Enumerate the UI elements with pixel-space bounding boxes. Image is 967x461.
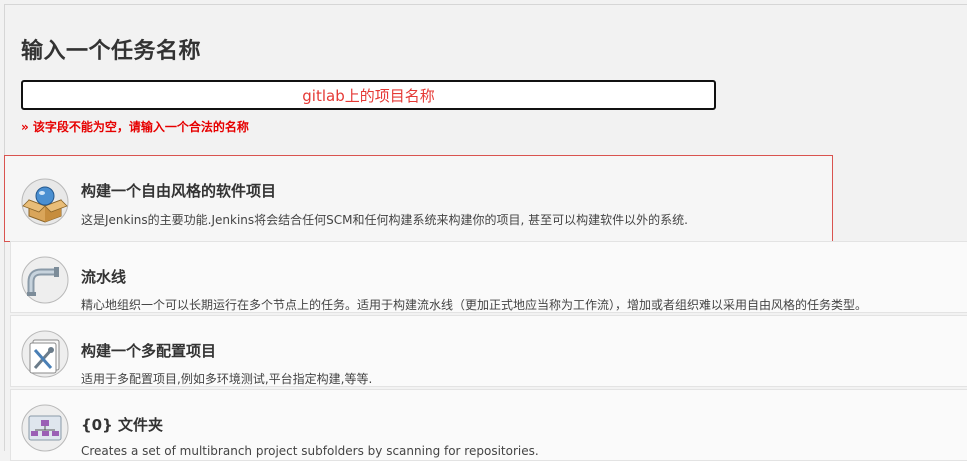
page-title: 输入一个任务名称 bbox=[21, 39, 202, 64]
job-type-freestyle[interactable]: 构建一个自由风格的软件项目 这是Jenkins的主要功能.Jenkins将会结合… bbox=[4, 155, 833, 242]
job-type-description: 适用于多配置项目,例如多环境测试,平台指定构建,等等. bbox=[81, 372, 373, 386]
job-type-label: 流水线 bbox=[81, 268, 127, 286]
job-type-description: 这是Jenkins的主要功能.Jenkins将会结合任何SCM和任何构建系统来构… bbox=[81, 213, 688, 227]
job-type-label: 构建一个自由风格的软件项目 bbox=[81, 182, 277, 200]
validation-error: » 该字段不能为空，请输入一个合法的名称 bbox=[21, 120, 249, 134]
folder-org-icon bbox=[21, 404, 69, 452]
job-type-label: 构建一个多配置项目 bbox=[81, 342, 217, 360]
job-type-description: 精心地组织一个可以长期运行在多个节点上的任务。适用于构建流水线（更加正式地应当称… bbox=[81, 298, 868, 312]
pipeline-icon bbox=[21, 256, 69, 304]
job-type-description: Creates a set of multibranch project sub… bbox=[81, 444, 539, 458]
job-type-pipeline[interactable]: 流水线 精心地组织一个可以长期运行在多个节点上的任务。适用于构建流水线（更加正式… bbox=[10, 241, 967, 313]
item-name-input[interactable] bbox=[21, 80, 716, 110]
freestyle-box-icon bbox=[21, 178, 69, 226]
job-type-multi-config[interactable]: 构建一个多配置项目 适用于多配置项目,例如多环境测试,平台指定构建,等等. bbox=[10, 315, 967, 387]
job-type-label: {0} 文件夹 bbox=[81, 416, 164, 434]
multi-config-tools-icon bbox=[21, 330, 69, 378]
job-type-folder[interactable]: {0} 文件夹 Creates a set of multibranch pro… bbox=[10, 389, 967, 461]
